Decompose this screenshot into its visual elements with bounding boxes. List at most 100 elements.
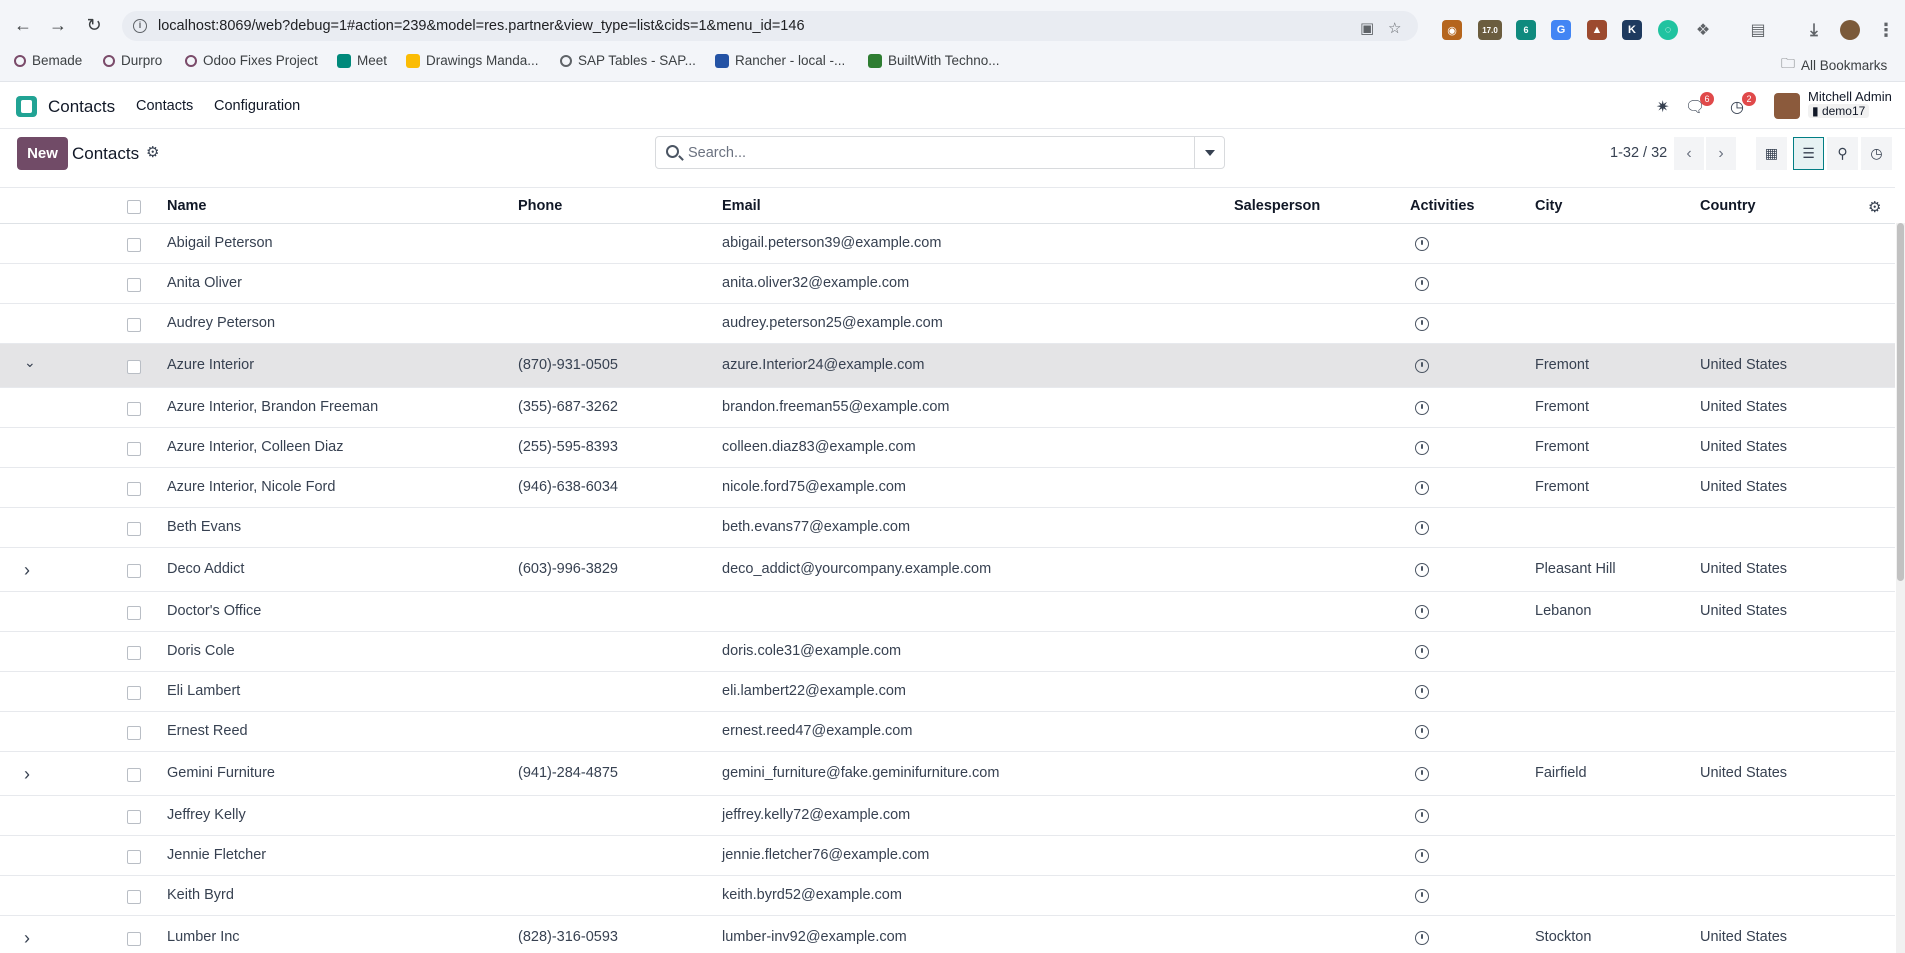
row-checkbox[interactable] (127, 890, 141, 904)
table-row[interactable]: Jeffrey Kelly jeffrey.kelly72@example.com (0, 796, 1895, 836)
cell-email[interactable]: brandon.freeman55@example.com (722, 399, 950, 415)
url-text[interactable]: localhost:8069/web?debug=1#action=239&mo… (158, 18, 805, 34)
actions-gear-icon[interactable]: ⚙ (146, 143, 159, 161)
back-icon[interactable]: ← (12, 14, 34, 36)
cell-phone[interactable]: (870)-931-0505 (518, 357, 618, 373)
activity-clock-icon[interactable] (1415, 563, 1429, 577)
bookmark-item[interactable]: BuiltWith Techno... (868, 53, 1000, 68)
table-row[interactable]: Doctor's Office Lebanon United States (0, 592, 1895, 632)
cell-email[interactable]: anita.oliver32@example.com (722, 275, 909, 291)
activity-clock-icon[interactable] (1415, 277, 1429, 291)
table-row[interactable]: Keith Byrd keith.byrd52@example.com (0, 876, 1895, 916)
column-header-email[interactable]: Email (722, 198, 761, 214)
new-button[interactable]: New (17, 137, 68, 170)
cell-email[interactable]: doris.cole31@example.com (722, 643, 901, 659)
browser-menu-icon[interactable]: ⋮ (1876, 20, 1896, 40)
cell-phone[interactable]: (355)-687-3262 (518, 399, 618, 415)
table-row[interactable]: ⌄ Azure Interior (870)-931-0505 azure.Inter… (0, 344, 1895, 388)
cell-email[interactable]: lumber-inv92@example.com (722, 929, 907, 945)
pager-next-button[interactable]: › (1706, 137, 1736, 170)
pager-previous-button[interactable]: ‹ (1674, 137, 1704, 170)
column-header-country[interactable]: Country (1700, 198, 1756, 214)
cell-email[interactable]: abigail.peterson39@example.com (722, 235, 941, 251)
cell-email[interactable]: gemini_furniture@fake.geminifurniture.co… (722, 765, 999, 781)
row-checkbox[interactable] (127, 238, 141, 252)
activity-clock-icon[interactable] (1415, 521, 1429, 535)
row-checkbox[interactable] (127, 402, 141, 416)
extension-icon-4[interactable]: ◌ (1658, 20, 1678, 40)
activity-clock-icon[interactable] (1415, 725, 1429, 739)
table-row[interactable]: Jennie Fletcher jennie.fletcher76@example… (0, 836, 1895, 876)
activity-clock-icon[interactable] (1415, 809, 1429, 823)
activity-clock-icon[interactable] (1415, 237, 1429, 251)
table-row[interactable]: Audrey Peterson audrey.peterson25@example… (0, 304, 1895, 344)
column-header-activities[interactable]: Activities (1410, 198, 1474, 214)
table-row[interactable]: Anita Oliver anita.oliver32@example.com (0, 264, 1895, 304)
activity-clock-icon[interactable] (1415, 849, 1429, 863)
table-row[interactable]: Azure Interior, Nicole Ford (946)-638-603… (0, 468, 1895, 508)
select-all-checkbox[interactable] (127, 200, 141, 214)
activity-clock-icon[interactable] (1415, 359, 1429, 373)
row-checkbox[interactable] (127, 810, 141, 824)
cell-email[interactable]: nicole.ford75@example.com (722, 479, 906, 495)
profile-avatar-icon[interactable] (1840, 20, 1860, 40)
reload-icon[interactable]: ↻ (83, 14, 105, 36)
site-info-icon[interactable]: i (133, 19, 147, 33)
app-name[interactable]: Contacts (48, 97, 115, 117)
cell-phone[interactable]: (941)-284-4875 (518, 765, 618, 781)
expand-chevron-icon[interactable]: › (24, 764, 30, 785)
table-row[interactable]: › Lumber Inc (828)-316-0593 lumber-inv92@ex… (0, 916, 1895, 953)
table-row[interactable]: Doris Cole doris.cole31@example.com (0, 632, 1895, 672)
cell-email[interactable]: audrey.peterson25@example.com (722, 315, 943, 331)
cell-email[interactable]: colleen.diaz83@example.com (722, 439, 916, 455)
row-checkbox[interactable] (127, 768, 141, 782)
cell-email[interactable]: azure.Interior24@example.com (722, 357, 925, 373)
extensions-puzzle-icon[interactable]: ❖ (1693, 20, 1713, 40)
table-row[interactable]: Azure Interior, Colleen Diaz (255)-595-83… (0, 428, 1895, 468)
search-options-toggle[interactable] (1194, 137, 1224, 168)
row-checkbox[interactable] (127, 522, 141, 536)
translate-icon[interactable]: G (1551, 20, 1571, 40)
cell-email[interactable]: beth.evans77@example.com (722, 519, 910, 535)
all-bookmarks-button[interactable]: 🗀 All Bookmarks (1781, 53, 1887, 77)
row-checkbox[interactable] (127, 360, 141, 374)
search-input[interactable] (688, 142, 1168, 164)
address-bar[interactable]: i localhost:8069/web?debug=1#action=239&… (122, 11, 1418, 41)
activity-clock-icon[interactable] (1415, 401, 1429, 415)
debug-bug-icon[interactable]: ✷ (1656, 97, 1669, 117)
activity-clock-icon[interactable] (1415, 767, 1429, 781)
menu-configuration[interactable]: Configuration (214, 98, 300, 114)
row-checkbox[interactable] (127, 726, 141, 740)
table-row[interactable]: Beth Evans beth.evans77@example.com (0, 508, 1895, 548)
table-row[interactable]: Eli Lambert eli.lambert22@example.com (0, 672, 1895, 712)
extension-badge-icon[interactable]: 6 (1516, 20, 1536, 40)
extension-icon-2[interactable]: ▲ (1587, 20, 1607, 40)
contacts-app-icon[interactable] (16, 96, 37, 117)
activity-clock-icon[interactable] (1415, 931, 1429, 945)
row-checkbox[interactable] (127, 482, 141, 496)
table-row[interactable]: Azure Interior, Brandon Freeman (355)-687… (0, 388, 1895, 428)
column-header-name[interactable]: Name (167, 198, 207, 214)
cell-email[interactable]: jeffrey.kelly72@example.com (722, 807, 910, 823)
column-header-salesperson[interactable]: Salesperson (1234, 198, 1320, 214)
row-checkbox[interactable] (127, 686, 141, 700)
row-checkbox[interactable] (127, 318, 141, 332)
cell-phone[interactable]: (946)-638-6034 (518, 479, 618, 495)
cell-email[interactable]: jennie.fletcher76@example.com (722, 847, 929, 863)
activity-clock-icon[interactable] (1415, 441, 1429, 455)
optional-columns-icon[interactable]: ⚙ (1868, 198, 1881, 216)
user-avatar[interactable] (1774, 93, 1800, 119)
list-view-icon[interactable]: ☰ (1793, 137, 1824, 170)
table-row[interactable]: Ernest Reed ernest.reed47@example.com (0, 712, 1895, 752)
cell-phone[interactable]: (255)-595-8393 (518, 439, 618, 455)
cell-email[interactable]: eli.lambert22@example.com (722, 683, 906, 699)
expand-chevron-icon[interactable]: › (24, 560, 30, 581)
cell-email[interactable]: keith.byrd52@example.com (722, 887, 902, 903)
list-scrollbar[interactable] (1896, 223, 1905, 953)
activity-clock-icon[interactable] (1415, 685, 1429, 699)
cell-phone[interactable]: (603)-996-3829 (518, 561, 618, 577)
row-checkbox[interactable] (127, 442, 141, 456)
map-view-icon[interactable]: ⚲ (1827, 137, 1858, 170)
column-header-city[interactable]: City (1535, 198, 1562, 214)
activity-clock-icon[interactable] (1415, 317, 1429, 331)
